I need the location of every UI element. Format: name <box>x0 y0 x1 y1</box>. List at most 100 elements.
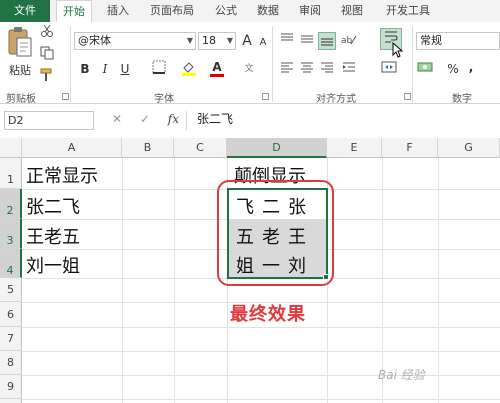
gridline <box>122 158 123 403</box>
clipboard-launcher-icon[interactable] <box>62 93 69 100</box>
gridline <box>22 327 500 328</box>
ribbon-separator <box>412 26 413 102</box>
fill-color-icon[interactable] <box>180 60 198 78</box>
tab-insert[interactable]: 插入 <box>100 0 136 22</box>
shrink-font-button[interactable]: A <box>254 34 272 52</box>
row-header-4[interactable]: 4 <box>0 249 22 278</box>
formula-input[interactable]: 张二飞 <box>186 111 498 130</box>
align-right-icon[interactable] <box>318 60 336 78</box>
italic-button[interactable]: I <box>96 60 114 78</box>
formula-bar: D2 ✕ ✓ fx 张二飞 <box>0 108 500 132</box>
align-top-icon[interactable] <box>278 32 296 50</box>
column-header-d[interactable]: D <box>227 138 327 158</box>
tab-developer[interactable]: 开发工具 <box>378 0 438 22</box>
excel-window: 文件 开始 插入 页面布局 公式 数据 审阅 视图 开发工具 粘贴 剪贴板 @宋… <box>0 0 500 403</box>
column-header-e[interactable]: E <box>327 138 382 158</box>
align-left-icon[interactable] <box>278 60 296 78</box>
column-header-c[interactable]: C <box>174 138 227 158</box>
format-painter-icon[interactable] <box>38 68 56 86</box>
tab-home[interactable]: 开始 <box>56 0 92 22</box>
cell-a2[interactable]: 张二飞 <box>26 193 80 219</box>
group-label-alignment: 对齐方式 <box>316 94 356 105</box>
ribbon-separator <box>272 26 273 102</box>
tab-page-layout[interactable]: 页面布局 <box>142 0 202 22</box>
percent-button[interactable]: % <box>444 60 462 78</box>
watermark-logo: Bai 经验 <box>378 368 425 382</box>
row-header-7[interactable]: 7 <box>0 327 22 351</box>
align-center-icon[interactable] <box>298 60 316 78</box>
row-header-3[interactable]: 3 <box>0 219 22 249</box>
font-size-combo[interactable]: 18 ▼ <box>198 32 236 50</box>
copy-icon[interactable] <box>38 46 56 64</box>
font-color-button[interactable]: A <box>208 58 226 77</box>
cut-icon[interactable] <box>38 24 56 42</box>
clipboard-icon <box>8 27 32 57</box>
ribbon-tab-bar: 文件 开始 插入 页面布局 公式 数据 审阅 视图 开发工具 <box>0 0 500 22</box>
cell-a1[interactable]: 正常显示 <box>26 162 98 188</box>
font-color-swatch <box>210 74 224 77</box>
ribbon-home: 粘贴 剪贴板 @宋体 ▼ 18 ▼ A A B I U A 文 字体 ab 对齐… <box>0 22 500 105</box>
row-header-8[interactable]: 8 <box>0 351 22 375</box>
phonetic-icon[interactable]: 文 <box>240 60 258 78</box>
column-header-f[interactable]: F <box>382 138 438 158</box>
row-header-9[interactable]: 9 <box>0 375 22 399</box>
tab-review[interactable]: 审阅 <box>292 0 328 22</box>
accounting-format-icon[interactable] <box>416 60 434 78</box>
orientation-icon[interactable]: ab <box>340 32 358 50</box>
mouse-cursor-icon <box>392 41 404 62</box>
cancel-icon[interactable]: ✕ <box>112 112 122 126</box>
insert-function-icon[interactable]: fx <box>168 112 179 126</box>
font-name-combo[interactable]: @宋体 ▼ <box>74 32 196 50</box>
gridline <box>22 399 500 400</box>
bold-button[interactable]: B <box>76 60 94 78</box>
cell-a4[interactable]: 刘一姐 <box>26 252 80 278</box>
font-name-value: @宋体 <box>78 34 111 47</box>
svg-text:ab: ab <box>341 36 353 46</box>
row-header-5[interactable]: 5 <box>0 278 22 302</box>
row-header-10[interactable]: 10 <box>0 399 22 403</box>
merge-center-icon[interactable] <box>380 60 398 78</box>
cell-a3[interactable]: 王老五 <box>26 223 80 249</box>
paste-label: 粘贴 <box>9 64 31 77</box>
row-header-6[interactable]: 6 <box>0 302 22 327</box>
gridline <box>22 351 500 352</box>
row-header-1[interactable]: 1 <box>0 158 22 189</box>
worksheet-grid[interactable]: A B C D E F G 1 2 3 4 5 6 7 8 9 10 <box>0 138 500 403</box>
annotation-caption: 最终效果 <box>230 304 306 325</box>
underline-button[interactable]: U <box>116 60 134 78</box>
gridline <box>174 158 175 403</box>
group-label-number: 数字 <box>452 94 472 105</box>
tab-view[interactable]: 视图 <box>334 0 370 22</box>
borders-icon[interactable] <box>150 60 168 78</box>
chevron-down-icon: ▼ <box>226 36 233 45</box>
column-header-a[interactable]: A <box>22 138 122 158</box>
name-box[interactable]: D2 <box>4 111 94 130</box>
select-all-corner[interactable] <box>0 138 22 158</box>
comma-button[interactable]: , <box>462 58 480 76</box>
tab-data[interactable]: 数据 <box>250 0 286 22</box>
align-middle-icon[interactable] <box>298 32 316 50</box>
indent-icon[interactable] <box>340 60 358 78</box>
column-header-b[interactable]: B <box>122 138 174 158</box>
number-format-value: 常规 <box>420 34 442 47</box>
font-color-label: A <box>212 60 222 74</box>
align-bottom-icon[interactable] <box>318 32 336 50</box>
number-format-combo[interactable]: 常规 <box>416 32 500 50</box>
enter-icon[interactable]: ✓ <box>140 112 150 126</box>
group-label-font: 字体 <box>154 94 174 105</box>
gridline <box>438 158 439 403</box>
alignment-launcher-icon[interactable] <box>404 93 411 100</box>
paste-button[interactable] <box>6 26 34 57</box>
group-label-clipboard: 剪贴板 <box>6 94 36 105</box>
ribbon-separator <box>70 26 71 102</box>
font-launcher-icon[interactable] <box>262 93 269 100</box>
column-header-g[interactable]: G <box>438 138 500 158</box>
gridline <box>22 375 500 376</box>
highlight-annotation-box <box>217 180 334 286</box>
tab-formulas[interactable]: 公式 <box>208 0 244 22</box>
chevron-down-icon: ▼ <box>186 36 193 45</box>
formula-bar-icons: ✕ ✓ fx <box>112 112 193 126</box>
row-header-2[interactable]: 2 <box>0 189 22 219</box>
tab-file[interactable]: 文件 <box>0 0 50 22</box>
font-size-value: 18 <box>202 34 216 47</box>
